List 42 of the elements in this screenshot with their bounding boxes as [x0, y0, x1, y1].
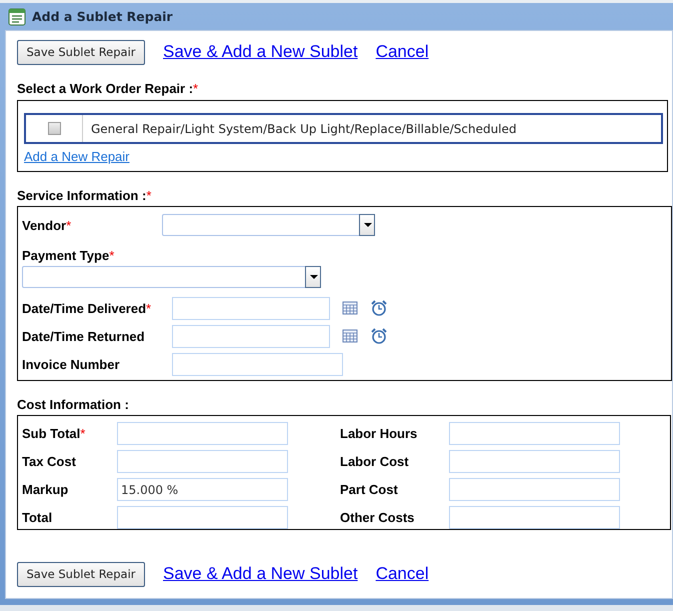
section-heading: Service Information :* [17, 188, 152, 203]
save-button[interactable]: Save Sublet Repair [17, 562, 145, 586]
input-field[interactable] [172, 352, 343, 376]
link[interactable]: Save & Add a New Sublet [163, 564, 358, 584]
field-label: Payment Type* [22, 248, 114, 262]
section-heading: Select a Work Order Repair :* [17, 81, 198, 96]
form-icon [8, 8, 26, 26]
checkbox[interactable] [48, 122, 60, 135]
field-label: Markup [22, 482, 68, 496]
calendar-icon[interactable] [342, 328, 358, 344]
field-label: Date/Time Delivered* [22, 300, 152, 316]
calendar-icon[interactable] [342, 300, 358, 316]
field-label: Labor Cost [340, 454, 409, 468]
input-field[interactable]: 15.000 % [117, 478, 288, 500]
field-label: Tax Cost [22, 454, 76, 468]
input-field[interactable] [172, 324, 330, 348]
field-label: Part Cost [340, 482, 398, 496]
input-field[interactable] [449, 478, 620, 500]
link[interactable]: Cancel [376, 42, 429, 62]
link[interactable]: Save & Add a New Sublet [163, 42, 358, 62]
input-field[interactable] [172, 296, 330, 320]
input-field[interactable] [117, 422, 288, 444]
field-label: Invoice Number [22, 356, 120, 372]
input-field[interactable] [449, 506, 620, 528]
add-repair-link[interactable]: Add a New Repair [24, 149, 130, 164]
alarm-clock-icon[interactable] [370, 327, 388, 345]
field-label: Other Costs [340, 510, 414, 524]
input-field[interactable] [449, 422, 620, 444]
section-heading: Cost Information : [17, 397, 129, 412]
window-title: Add a Sublet Repair [32, 9, 173, 24]
repair-label: General Repair/Light System/Back Up Light/Replace/Billable/Scheduled [90, 122, 517, 136]
alarm-clock-icon[interactable] [370, 299, 388, 317]
input-field[interactable] [117, 506, 288, 528]
input-field[interactable] [449, 450, 620, 472]
field-label: Labor Hours [340, 426, 418, 440]
field-label: Sub Total* [22, 426, 86, 440]
save-button[interactable]: Save Sublet Repair [17, 40, 145, 64]
link[interactable]: Cancel [376, 564, 429, 584]
field-label: Date/Time Returned [22, 328, 145, 344]
field-label: Vendor* [22, 218, 72, 232]
input-field[interactable] [117, 450, 288, 472]
field-label: Total [22, 510, 52, 524]
